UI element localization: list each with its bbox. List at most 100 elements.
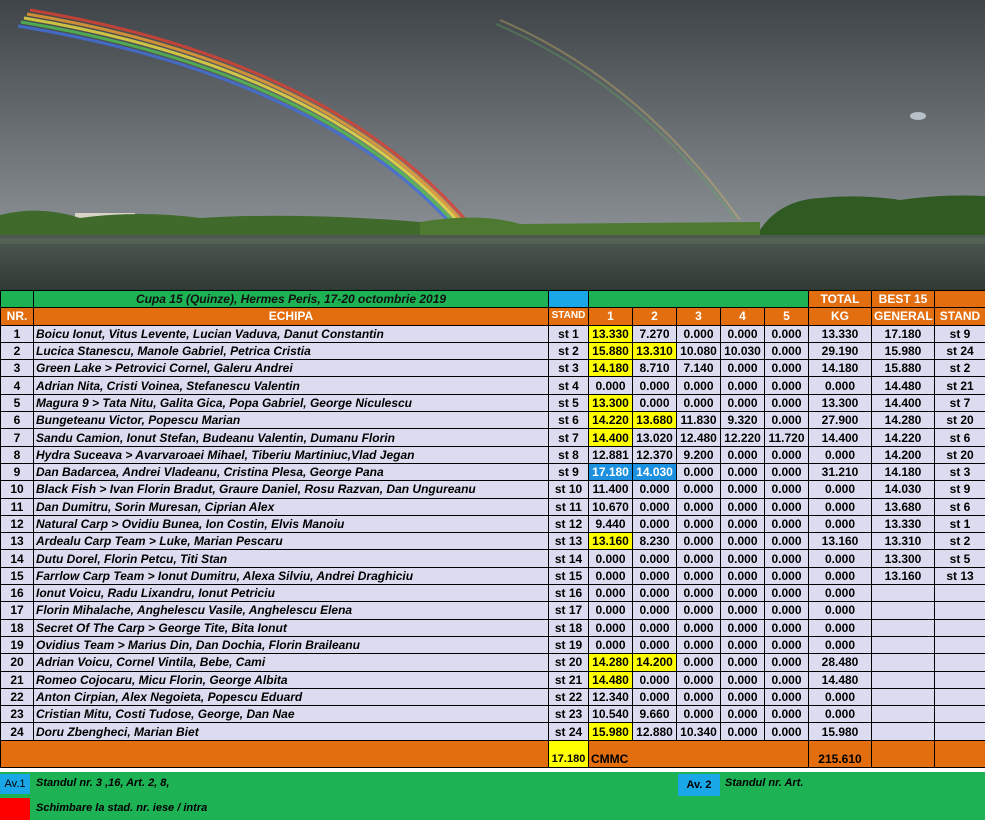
row-total: 31.210	[808, 462, 872, 482]
row-day-5: 0.000	[764, 532, 809, 551]
row-day-1: 0.000	[588, 618, 633, 637]
row-total: 0.000	[808, 601, 872, 620]
table-row: 17 Florin Mihalache, Anghelescu Vasile, A…	[0, 601, 985, 620]
row-best-stand	[934, 635, 985, 655]
row-day-4: 0.000	[720, 618, 765, 637]
row-day-2: 0.000	[632, 584, 677, 603]
row-day-5: 0.000	[764, 462, 809, 482]
row-day-3: 0.000	[676, 514, 721, 534]
row-day-3: 0.000	[676, 393, 721, 413]
row-day-5: 0.000	[764, 341, 809, 361]
row-best: 14.030	[871, 480, 935, 499]
row-total: 0.000	[808, 618, 872, 637]
row-day-1: 14.480	[588, 670, 633, 689]
row-day-2: 0.000	[632, 393, 677, 413]
row-day-2: 13.020	[632, 428, 677, 447]
row-stand: st 23	[548, 705, 589, 724]
row-total: 28.480	[808, 653, 872, 672]
row-day-2: 0.000	[632, 601, 677, 620]
row-day-1: 0.000	[588, 376, 633, 395]
summary-row: 17.180 CMMC 215.610	[0, 739, 985, 768]
row-day-4: 9.320	[720, 411, 765, 430]
row-day-2: 0.000	[632, 687, 677, 707]
row-total: 0.000	[808, 705, 872, 724]
row-stand: st 5	[548, 393, 589, 413]
row-nr: 3	[0, 359, 34, 378]
row-team: Cristian Mitu, Costi Tudose, George, Dan…	[33, 705, 549, 724]
row-total: 0.000	[808, 445, 872, 464]
row-total: 0.000	[808, 584, 872, 603]
row-best: 14.220	[871, 428, 935, 447]
row-best-stand	[934, 618, 985, 637]
row-day-1: 0.000	[588, 635, 633, 655]
table-row: 18 Secret Of The Carp > George Tite, Bita…	[0, 618, 985, 637]
row-day-5: 0.000	[764, 618, 809, 637]
table-row: 21 Romeo Cojocaru, Micu Florin, George Al…	[0, 670, 985, 689]
table-row: 6 Bungeteanu Victor, Popescu Marian st 6 14…	[0, 411, 985, 430]
stand-header: STAND	[548, 307, 589, 326]
row-day-3: 0.000	[676, 324, 721, 343]
header-photo-rainbow-lake	[0, 0, 985, 290]
table-row: 24 Doru Zbengheci, Marian Biet st 24 15.980…	[0, 722, 985, 741]
row-nr: 8	[0, 445, 34, 464]
row-best: 14.400	[871, 393, 935, 413]
row-day-4: 10.030	[720, 341, 765, 361]
row-day-1: 10.540	[588, 705, 633, 724]
row-total: 0.000	[808, 480, 872, 499]
row-best-stand	[934, 670, 985, 689]
row-day-2: 12.370	[632, 445, 677, 464]
row-day-3: 0.000	[676, 670, 721, 689]
row-stand: st 8	[548, 445, 589, 464]
summary-stand-spacer	[934, 739, 985, 768]
row-nr: 21	[0, 670, 34, 689]
row-team: Florin Mihalache, Anghelescu Vasile, Ang…	[33, 601, 549, 620]
row-nr: 15	[0, 566, 34, 586]
row-best-stand	[934, 601, 985, 620]
row-best: 15.980	[871, 341, 935, 361]
row-stand: st 6	[548, 411, 589, 430]
cmmc-value: 17.180	[548, 739, 589, 768]
row-day-2: 0.000	[632, 635, 677, 655]
row-stand: st 16	[548, 584, 589, 603]
row-day-4: 0.000	[720, 462, 765, 482]
row-day-4: 0.000	[720, 549, 765, 568]
row-day-2: 8.230	[632, 532, 677, 551]
row-day-2: 14.030	[632, 462, 677, 482]
total-header-top: TOTAL	[808, 289, 872, 309]
row-stand: st 17	[548, 601, 589, 620]
row-nr: 13	[0, 532, 34, 551]
row-best	[871, 722, 935, 741]
row-best-stand: st 20	[934, 411, 985, 430]
row-stand: st 18	[548, 618, 589, 637]
row-day-4: 0.000	[720, 393, 765, 413]
table-row: 1 Boicu Ionut, Vitus Levente, Lucian Vadu…	[0, 324, 985, 343]
av2-badge: Av. 2	[678, 774, 720, 796]
row-nr: 20	[0, 653, 34, 672]
row-nr: 10	[0, 480, 34, 499]
row-total: 27.900	[808, 411, 872, 430]
row-day-5: 0.000	[764, 393, 809, 413]
row-team: Ardealu Carp Team > Luke, Marian Pescaru	[33, 532, 549, 551]
av1-text: Standul nr. 3 ,16, Art. 2, 8,	[36, 777, 170, 789]
row-nr: 19	[0, 635, 34, 655]
row-best-stand: st 24	[934, 341, 985, 361]
footer-notes: Av.1 Standul nr. 3 ,16, Art. 2, 8, Av. 2…	[0, 772, 985, 820]
row-team: Anton Cirpian, Alex Negoieta, Popescu Ed…	[33, 687, 549, 707]
row-best-stand	[934, 705, 985, 724]
row-best-stand: st 9	[934, 324, 985, 343]
row-total: 13.160	[808, 532, 872, 551]
row-team: Dan Badarcea, Andrei Vladeanu, Cristina …	[33, 462, 549, 482]
row-day-1: 0.000	[588, 601, 633, 620]
row-best	[871, 670, 935, 689]
table-row: 5 Magura 9 > Tata Nitu, Galita Gica, Popa…	[0, 393, 985, 413]
row-best: 14.200	[871, 445, 935, 464]
row-day-1: 17.180	[588, 462, 633, 482]
row-day-4: 0.000	[720, 635, 765, 655]
row-day-1: 12.340	[588, 687, 633, 707]
row-stand: st 11	[548, 497, 589, 516]
row-day-4: 0.000	[720, 445, 765, 464]
best-header: GENERAL	[871, 307, 935, 326]
row-day-4: 0.000	[720, 359, 765, 378]
day-header-2: 2	[632, 307, 677, 326]
row-day-2: 8.710	[632, 359, 677, 378]
